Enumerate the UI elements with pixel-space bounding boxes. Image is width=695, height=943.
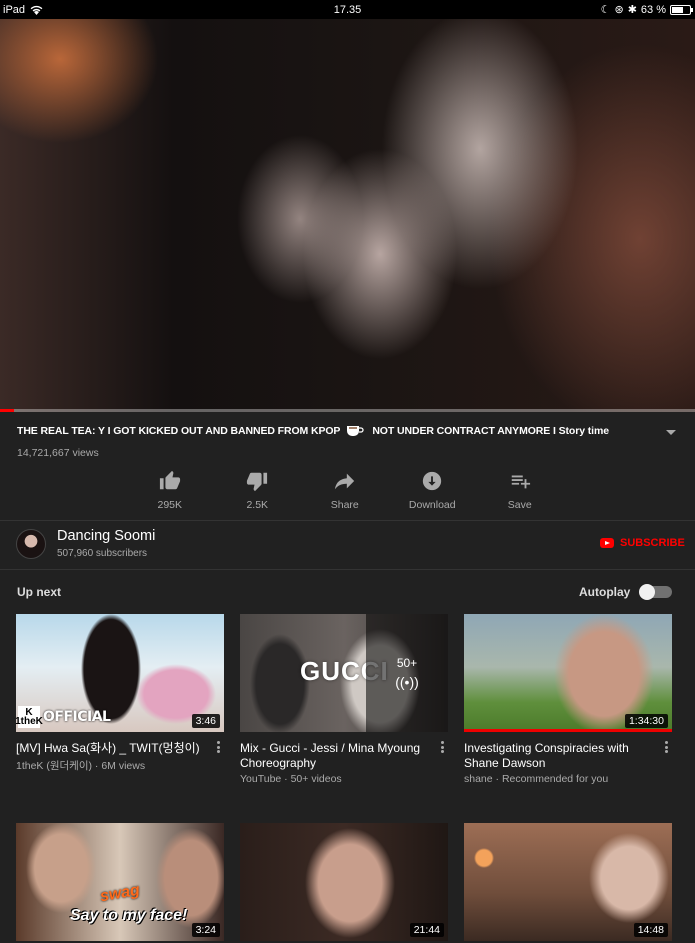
- video-card[interactable]: 14:48: [464, 823, 672, 941]
- thumbs-down-icon: [247, 472, 268, 492]
- rotation-lock-icon: ⊛: [614, 4, 624, 16]
- mix-overlay: 50+ ((•)): [366, 614, 448, 732]
- share-button[interactable]: Share: [301, 470, 389, 511]
- video-card[interactable]: 21:44: [240, 823, 448, 941]
- more-options-icon[interactable]: [213, 741, 223, 753]
- mix-video-count: 50+: [396, 656, 418, 670]
- video-thumbnail[interactable]: K 1theK OFFICIAL 3:46: [16, 614, 224, 732]
- more-options-icon[interactable]: [661, 741, 671, 753]
- watched-progress-bar: [464, 729, 672, 732]
- video-card[interactable]: GUCCI 50+ ((•)) Mix - Gucci - Jessi / Mi…: [240, 614, 448, 785]
- video-card-meta: 1theK (원더케이) · 6M views: [16, 760, 146, 772]
- like-button[interactable]: 295K: [126, 470, 214, 511]
- video-thumbnail[interactable]: 21:44: [240, 823, 448, 941]
- moon-icon: ☾: [600, 4, 611, 16]
- playlist-add-icon: [511, 475, 530, 489]
- youtube-logo-icon: [600, 538, 614, 548]
- video-title-part1: THE REAL TEA: Y I GOT KICKED OUT AND BAN…: [17, 424, 341, 437]
- status-bar: iPad 17.35 ☾ ⊛ ✱ 63 %: [0, 0, 695, 19]
- video-thumbnail[interactable]: GUCCI 50+ ((•)): [240, 614, 448, 732]
- save-label: Save: [507, 499, 532, 511]
- video-title-part2: NOT UNDER CONTRACT ANYMORE I Story time: [372, 424, 609, 437]
- video-card-title[interactable]: [MV] Hwa Sa(화사) _ TWIT(멍청이): [16, 741, 201, 756]
- video-progress-bar[interactable]: [0, 409, 695, 412]
- autoplay-toggle-knob: [639, 584, 655, 600]
- bluetooth-icon: ✱: [627, 4, 637, 16]
- video-player[interactable]: [0, 19, 695, 412]
- action-bar: 295K 2.5K Share Download Save: [126, 470, 564, 511]
- thumbnail-text: swag: [98, 881, 142, 906]
- divider: [0, 520, 695, 521]
- video-duration: 21:44: [409, 923, 444, 937]
- channel-watermark: K 1theK OFFICIAL: [16, 706, 111, 728]
- video-progress-played: [0, 409, 14, 412]
- video-duration: 1:34:30: [624, 714, 668, 728]
- download-button[interactable]: Download: [389, 470, 477, 511]
- video-duration: 3:24: [191, 923, 220, 937]
- video-title[interactable]: THE REAL TEA: Y I GOT KICKED OUT AND BAN…: [17, 424, 677, 437]
- dislike-button[interactable]: 2.5K: [214, 470, 302, 511]
- video-thumbnail[interactable]: 14:48: [464, 823, 672, 941]
- video-card-title[interactable]: Investigating Conspiracies with Shane Da…: [464, 741, 649, 771]
- share-icon: [334, 473, 354, 490]
- video-card[interactable]: 1:34:30 Investigating Conspiracies with …: [464, 614, 672, 785]
- channel-name[interactable]: Dancing Soomi: [57, 528, 155, 544]
- autoplay-toggle[interactable]: [639, 584, 672, 600]
- video-card[interactable]: swag Say to my face! 3:24: [16, 823, 224, 941]
- expand-description-icon[interactable]: [666, 430, 676, 435]
- view-count: 14,721,667 views: [17, 447, 99, 459]
- video-card[interactable]: K 1theK OFFICIAL 3:46 [MV] Hwa Sa(화사) _ T…: [16, 614, 224, 773]
- dislike-count: 2.5K: [246, 499, 269, 511]
- video-card-title[interactable]: Mix - Gucci - Jessi / Mina Myoung Choreo…: [240, 741, 425, 771]
- up-next-heading: Up next: [17, 585, 62, 599]
- subscribe-label: SUBSCRIBE: [620, 537, 685, 549]
- battery-icon: [670, 4, 693, 15]
- 1thek-logo: K 1theK: [16, 706, 43, 728]
- coffee-cup-icon: [347, 426, 364, 436]
- video-card-meta: YouTube · 50+ videos: [240, 773, 342, 785]
- official-label: OFFICIAL: [43, 709, 111, 725]
- save-button[interactable]: Save: [476, 470, 564, 511]
- video-card-meta: shane · Recommended for you: [464, 773, 609, 785]
- download-label: Download: [408, 499, 456, 511]
- subscriber-count: 507,960 subscribers: [57, 548, 148, 559]
- battery-percentage: 63 %: [640, 3, 666, 16]
- divider: [0, 569, 695, 570]
- thumbnail-caption: Say to my face!: [70, 907, 188, 924]
- download-icon: [423, 471, 442, 491]
- like-count: 295K: [157, 499, 183, 511]
- share-label: Share: [330, 499, 359, 511]
- status-time: 17.35: [333, 3, 362, 16]
- more-options-icon[interactable]: [437, 741, 447, 753]
- broadcast-icon: ((•)): [395, 674, 419, 690]
- subscribe-button[interactable]: SUBSCRIBE: [600, 537, 685, 549]
- video-thumbnail[interactable]: 1:34:30: [464, 614, 672, 732]
- video-duration: 14:48: [633, 923, 668, 937]
- video-thumbnail[interactable]: swag Say to my face! 3:24: [16, 823, 224, 941]
- thumbs-up-icon: [159, 470, 180, 490]
- channel-avatar[interactable]: [16, 529, 46, 559]
- video-duration: 3:46: [191, 714, 220, 728]
- autoplay-label: Autoplay: [579, 585, 631, 599]
